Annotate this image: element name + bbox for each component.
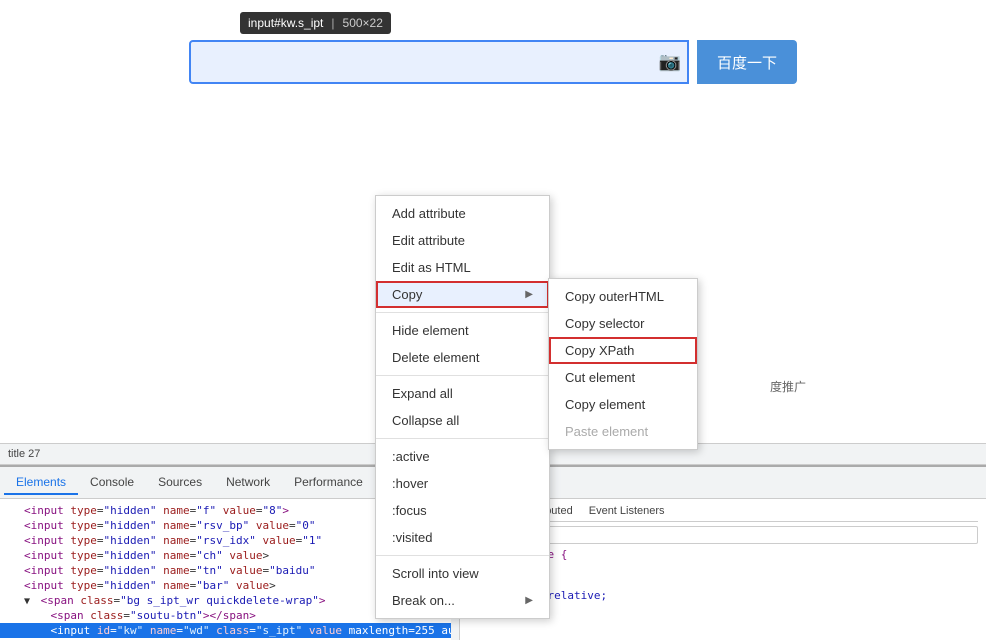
submenu-copy-outerhtml[interactable]: Copy outerHTML (549, 283, 697, 310)
menu-active[interactable]: :active (376, 443, 549, 470)
promo-text: 度推广 (770, 378, 806, 395)
menu-scroll-into-view[interactable]: Scroll into view (376, 560, 549, 587)
search-button[interactable]: 百度一下 (697, 40, 797, 84)
copy-arrow: ▶ (525, 289, 533, 300)
menu-hide-element[interactable]: Hide element (376, 317, 549, 344)
break-on-arrow: ▶ (525, 595, 533, 606)
menu-edit-attribute[interactable]: Edit attribute (376, 227, 549, 254)
menu-expand-all[interactable]: Expand all (376, 380, 549, 407)
menu-collapse-all[interactable]: Collapse all (376, 407, 549, 434)
submenu-copy-xpath[interactable]: Copy XPath (549, 337, 697, 364)
tab-console[interactable]: Console (78, 471, 146, 495)
submenu-cut-element[interactable]: Cut element (549, 364, 697, 391)
context-menu: Add attribute Edit attribute Edit as HTM… (375, 195, 550, 619)
menu-separator-1 (376, 312, 549, 313)
menu-edit-as-html[interactable]: Edit as HTML (376, 254, 549, 281)
camera-icon[interactable]: 📷 (659, 52, 681, 73)
tab-performance[interactable]: Performance (282, 471, 375, 495)
search-input[interactable] (189, 40, 689, 84)
copy-submenu: Copy outerHTML Copy selector Copy XPath … (548, 278, 698, 450)
menu-separator-2 (376, 375, 549, 376)
menu-hover[interactable]: :hover (376, 470, 549, 497)
menu-copy[interactable]: Copy ▶ (376, 281, 549, 308)
tab-sources[interactable]: Sources (146, 471, 214, 495)
submenu-copy-selector[interactable]: Copy selector (549, 310, 697, 337)
element-tooltip: input#kw.s_ipt | 500×22 (240, 12, 391, 34)
search-area: 📷 百度一下 (0, 40, 986, 84)
tab-network[interactable]: Network (214, 471, 282, 495)
styles-tab-event-listeners[interactable]: Event Listeners (581, 503, 673, 521)
menu-separator-3 (376, 438, 549, 439)
menu-break-on[interactable]: Break on... ▶ (376, 587, 549, 614)
submenu-copy-element[interactable]: Copy element (549, 391, 697, 418)
menu-separator-4 (376, 555, 549, 556)
tooltip-selector: input#kw.s_ipt (248, 16, 323, 30)
menu-visited[interactable]: :visited (376, 524, 549, 551)
tooltip-dimensions: 500×22 (343, 16, 383, 30)
menu-delete-element[interactable]: Delete element (376, 344, 549, 371)
menu-focus[interactable]: :focus (376, 497, 549, 524)
menu-add-attribute[interactable]: Add attribute (376, 200, 549, 227)
tab-elements[interactable]: Elements (4, 471, 78, 495)
search-input-wrapper: 📷 (189, 40, 689, 84)
submenu-paste-element: Paste element (549, 418, 697, 445)
html-line-9[interactable]: <input id="kw" name="wd" class="s_ipt" v… (0, 623, 459, 638)
